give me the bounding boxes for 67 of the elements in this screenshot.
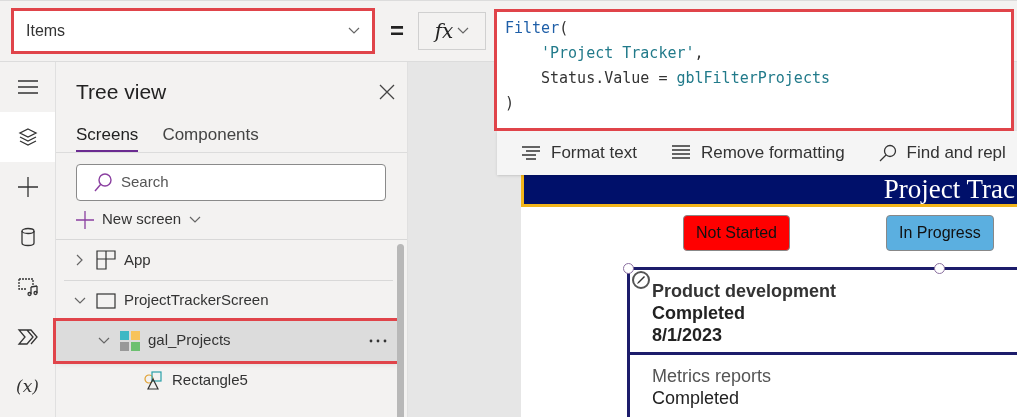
rail-button[interactable]: (x) [0, 362, 55, 412]
item-title: Product development [652, 280, 837, 302]
shapes-icon [144, 370, 164, 391]
tree-item[interactable]: App [64, 240, 393, 281]
tree-item-label: Rectangle5 [172, 370, 249, 391]
menu-icon [16, 79, 39, 95]
property-dropdown[interactable]: Items [14, 11, 372, 51]
tree-item-label: ProjectTrackerScreen [124, 290, 270, 311]
screen-icon [96, 292, 116, 309]
panel-title: Tree view [76, 79, 167, 106]
lines-icon [670, 145, 691, 161]
chevrons-icon [16, 328, 39, 346]
code-line: ) [505, 93, 516, 114]
chevron-down-icon[interactable] [98, 336, 110, 345]
rail-button[interactable] [0, 112, 55, 162]
chevron-down-icon[interactable] [74, 296, 86, 305]
media-icon [16, 277, 39, 297]
equals-sign: = [390, 16, 404, 46]
fx-button[interactable]: fx [418, 12, 486, 50]
gallery[interactable]: Product development Completed 8/1/2023 Metrics reports Completed [627, 267, 1017, 417]
edit-icon[interactable] [632, 271, 650, 289]
layout-icon [96, 250, 116, 270]
code-line: 'Project Tracker', [540, 43, 705, 64]
more-icon[interactable] [369, 338, 387, 343]
item-status: Completed [652, 387, 740, 409]
resize-handle[interactable] [934, 263, 945, 274]
plus-icon [16, 176, 39, 198]
search-icon [878, 144, 897, 162]
tab[interactable]: Screens [76, 122, 139, 152]
tree-item-label: App [124, 249, 152, 270]
chevron-down-icon[interactable] [348, 27, 360, 35]
tab[interactable]: Components [162, 122, 259, 152]
new-screen-button[interactable]: New screen [76, 200, 202, 239]
status-button[interactable]: Not Started [683, 215, 790, 251]
toolbar-button[interactable]: Remove formatting [670, 140, 845, 166]
variables-icon: (x) [16, 374, 39, 400]
resize-handle[interactable] [623, 263, 634, 274]
search-input[interactable]: Search [121, 170, 369, 194]
screen-title: Project Trac [883, 175, 1015, 204]
chevron-down-icon[interactable] [457, 27, 470, 35]
layers-icon [17, 127, 38, 147]
formula-editor[interactable]: Filter( 'Project Tracker', Status.Value = gblFilterProjects ) [497, 12, 1011, 128]
code-line: Filter( [505, 18, 570, 39]
gallery-icon [120, 330, 140, 351]
chevron-right-icon[interactable] [76, 254, 84, 266]
tree-item-label: gal_Projects [148, 330, 232, 351]
search-field[interactable]: Search [76, 163, 386, 201]
search-icon [93, 172, 113, 192]
toolbar-button[interactable]: Format text [521, 140, 637, 166]
toolbar-button[interactable]: Find and repl [878, 140, 1006, 166]
tree-item[interactable]: Rectangle5 [64, 360, 393, 401]
item-date: 8/1/2023 [652, 324, 723, 346]
gallery-item[interactable]: Metrics reports Completed [630, 355, 1017, 415]
code-line: Status.Value = gblFilterProjects [540, 68, 831, 89]
status-button[interactable]: In Progress [885, 215, 994, 251]
property-value: Items [26, 21, 66, 41]
plus-icon [76, 210, 94, 229]
close-icon[interactable] [379, 84, 395, 100]
scrollbar[interactable] [396, 243, 404, 417]
gallery-item[interactable]: Product development Completed 8/1/2023 [630, 270, 1017, 355]
chevron-down-icon[interactable] [189, 215, 202, 224]
item-status: Completed [652, 302, 745, 324]
item-title: Metrics reports [652, 365, 772, 387]
database-icon [19, 227, 36, 247]
format-lines-icon [521, 146, 541, 160]
tree-item[interactable]: gal_Projects [56, 320, 399, 361]
tree-item[interactable]: ProjectTrackerScreen [64, 280, 393, 321]
